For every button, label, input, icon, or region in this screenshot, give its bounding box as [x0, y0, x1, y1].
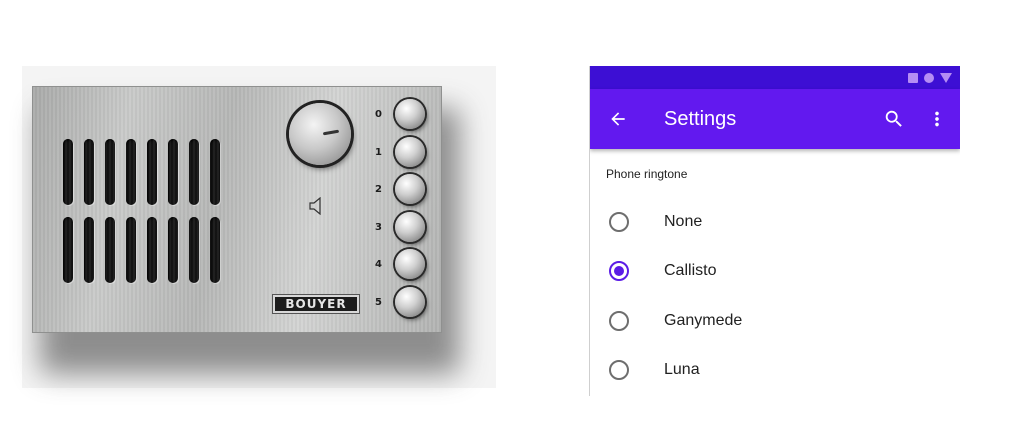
- key-number: 1: [375, 146, 382, 158]
- key-number: 4: [375, 259, 382, 270]
- grille-slot: [147, 217, 157, 283]
- call-key-button: [395, 249, 425, 279]
- call-key-button: [395, 286, 425, 317]
- radio-button[interactable]: [609, 360, 629, 381]
- grille-slot: [210, 217, 220, 283]
- radio-button[interactable]: [609, 310, 629, 331]
- key-number: 5: [375, 296, 382, 308]
- settings-screen: Settings Phone ringtone None Callisto Ga…: [589, 66, 960, 396]
- speaker-grille: [63, 139, 220, 295]
- square-icon: [908, 72, 918, 83]
- grille-slot: [126, 139, 136, 205]
- grille-slot: [126, 217, 136, 283]
- grille-slot: [63, 217, 73, 283]
- option-label: Callisto: [664, 262, 717, 280]
- grille-slot: [210, 139, 220, 205]
- ringtone-option-luna[interactable]: Luna: [590, 346, 960, 396]
- option-label: Luna: [664, 361, 700, 379]
- arrow-left-icon: [611, 112, 625, 126]
- grille-row-top: [63, 139, 220, 205]
- more-vert-icon: [935, 111, 939, 127]
- grille-slot: [168, 139, 178, 205]
- call-key-button: [395, 99, 425, 129]
- grille-slot: [168, 217, 178, 283]
- ringtone-option-callisto[interactable]: Callisto: [590, 247, 960, 297]
- option-label: None: [664, 212, 703, 230]
- call-key-button: [395, 174, 425, 204]
- more-options-button[interactable]: [914, 89, 960, 149]
- option-label: Ganymede: [664, 311, 743, 329]
- app-bar: Settings: [590, 89, 960, 149]
- search-button[interactable]: [874, 89, 914, 149]
- intercom-panel: BOUYER 0 1 2 3 4 5: [32, 86, 442, 333]
- status-bar: [590, 66, 960, 89]
- grille-slot: [84, 217, 94, 283]
- grille-slot: [147, 139, 157, 205]
- back-button[interactable]: [590, 89, 646, 149]
- grille-slot: [63, 139, 73, 205]
- grille-slot: [105, 217, 115, 283]
- call-key-button: [395, 136, 425, 167]
- volume-knob: [289, 103, 351, 165]
- key-number: 0: [375, 109, 382, 120]
- grille-slot: [105, 139, 115, 205]
- grille-row-bottom: [63, 217, 220, 283]
- section-label: Phone ringtone: [606, 167, 688, 181]
- triangle-icon: [940, 72, 952, 83]
- grille-slot: [189, 139, 199, 205]
- key-number: 3: [375, 221, 382, 233]
- radio-dot: [614, 266, 624, 277]
- circle-icon: [924, 72, 934, 83]
- key-number: 2: [375, 184, 382, 195]
- radio-button[interactable]: [609, 211, 629, 232]
- brand-plate: BOUYER: [272, 294, 360, 314]
- ringtone-option-none[interactable]: None: [590, 197, 960, 247]
- call-key-button: [395, 211, 425, 242]
- grille-slot: [189, 217, 199, 283]
- page-title: Settings: [664, 107, 737, 130]
- search-icon: [885, 110, 902, 127]
- ringtone-option-ganymede[interactable]: Ganymede: [590, 296, 960, 346]
- speaker-icon: [309, 196, 323, 220]
- grille-slot: [84, 139, 94, 205]
- radio-button-selected[interactable]: [609, 261, 629, 282]
